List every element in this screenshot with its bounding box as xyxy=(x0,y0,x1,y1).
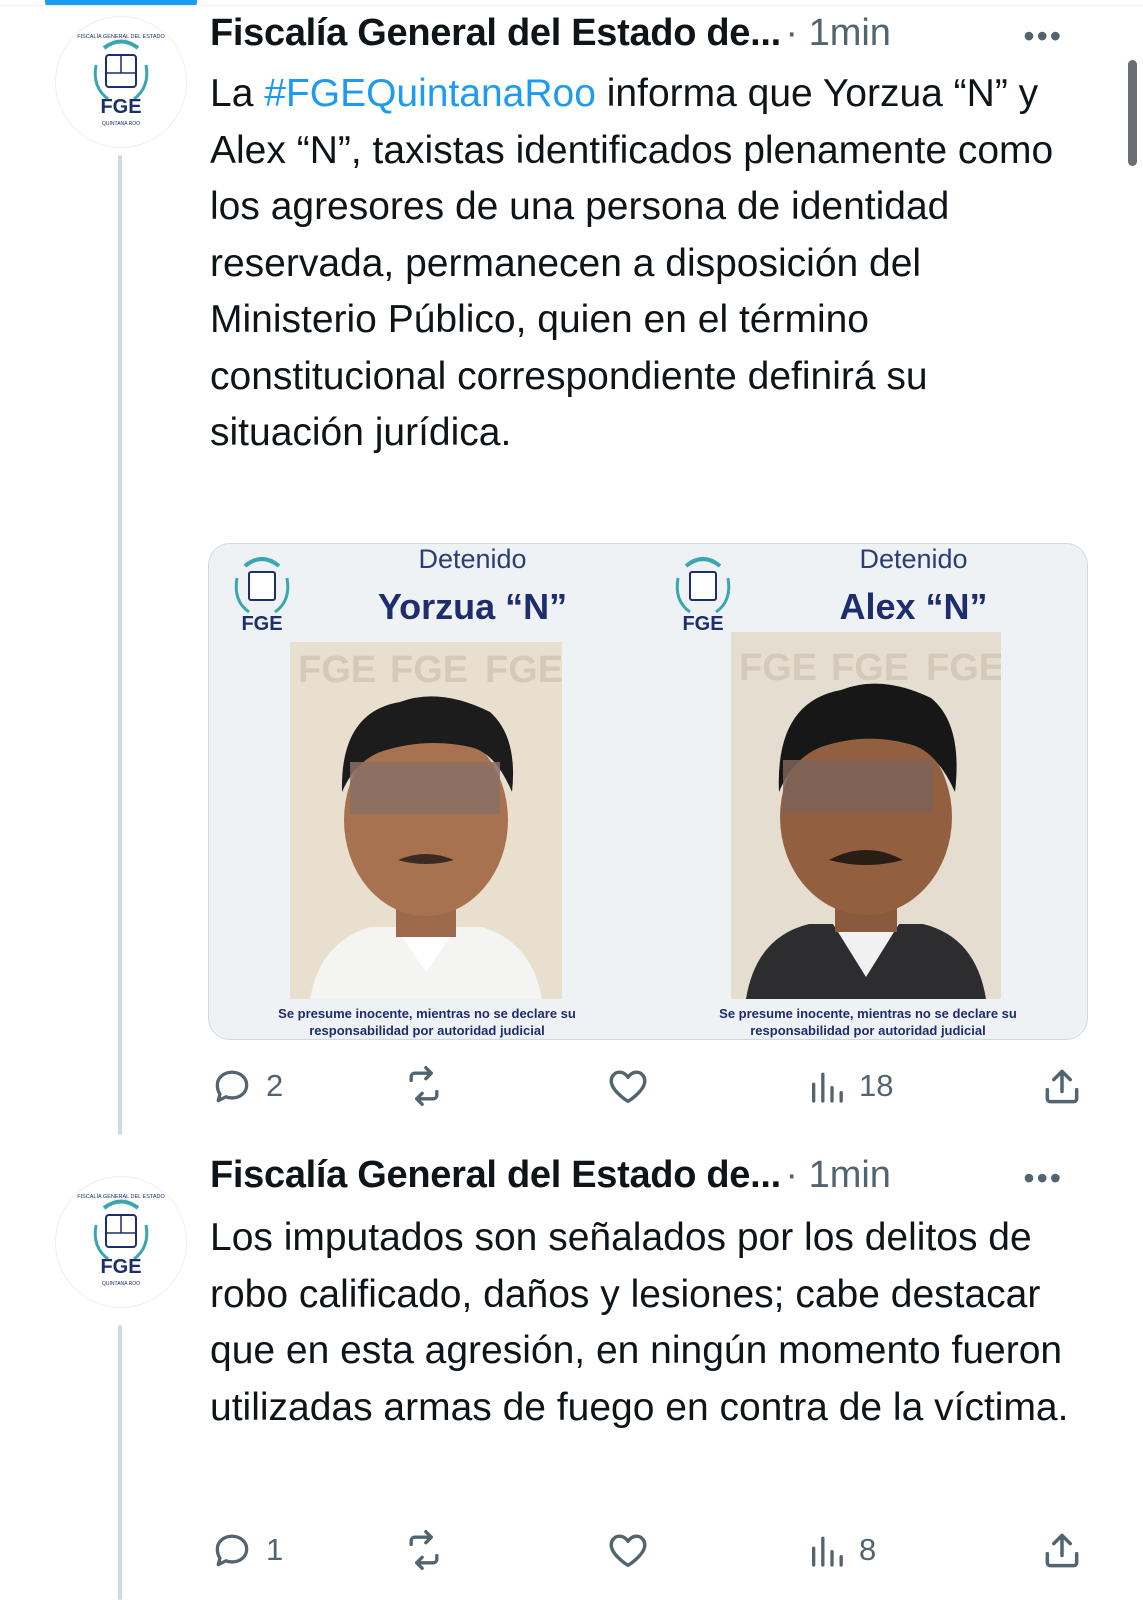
avatar-logo-top-text: FISCALÍA GENERAL DEL ESTADO xyxy=(77,1193,165,1200)
avatar[interactable]: FISCALÍA GENERAL DEL ESTADO FGE QUINTANA… xyxy=(55,16,187,148)
reply-count: 2 xyxy=(266,1068,284,1103)
watermark-text: FGE xyxy=(390,649,468,691)
tweet[interactable]: FISCALÍA GENERAL DEL ESTADO FGE QUINTANA… xyxy=(0,0,1143,1135)
tweet-actions: 2 18 xyxy=(210,1061,1090,1111)
tweet-text: Los imputados son señalados por los deli… xyxy=(210,1216,1069,1429)
thread-connector-line xyxy=(118,1325,122,1600)
avatar-logo-bottom-text: QUINTANA ROO xyxy=(102,121,140,127)
tweet-media[interactable]: FGE Detenido Yorzua “N” FGE FGE FGE Se p… xyxy=(208,543,1088,1040)
tweet-text: La #FGEQuintanaRoo informa que Yorzua “N… xyxy=(210,66,1080,462)
watermark-text: FGE xyxy=(485,649,562,691)
more-options-icon[interactable]: ••• xyxy=(1023,1160,1063,1197)
reply-button[interactable]: 2 xyxy=(210,1061,283,1111)
presumption-notice: Se presume inocente, mientras no se decl… xyxy=(719,1006,1017,1038)
retweet-button[interactable] xyxy=(402,1061,446,1111)
timestamp[interactable]: 1min xyxy=(809,1154,891,1196)
views-chart-icon xyxy=(812,1072,843,1103)
timestamp[interactable]: 1min xyxy=(809,12,891,54)
detainee-photo: FGE FGE FGE xyxy=(731,632,1001,999)
tweet-text-body: informa que Yorzua “N” y Alex “N”, taxis… xyxy=(210,72,1054,454)
presumption-notice: Se presume inocente, mientras no se decl… xyxy=(278,1006,576,1038)
tweet-actions: 1 8 xyxy=(210,1525,1090,1575)
views-button[interactable]: 8 xyxy=(807,1525,876,1575)
views-chart-icon xyxy=(812,1536,843,1567)
detainee-status: Detenido xyxy=(859,544,968,574)
share-icon xyxy=(1045,1533,1079,1568)
fge-logo-icon: FISCALÍA GENERAL DEL ESTADO FGE QUINTANA… xyxy=(77,33,165,127)
views-button[interactable]: 18 xyxy=(807,1061,893,1111)
detainee-photo: FGE FGE FGE xyxy=(290,642,562,999)
share-icon xyxy=(1045,1069,1079,1104)
retweet-icon xyxy=(409,1530,439,1570)
watermark-text: FGE xyxy=(298,649,376,691)
card-logo-mark: FGE xyxy=(241,613,282,635)
detainee-status: Detenido xyxy=(418,544,527,574)
detainee-name: Alex “N” xyxy=(839,586,988,627)
avatar-logo-mark: FGE xyxy=(100,96,141,118)
detainee-name: Yorzua “N” xyxy=(377,586,568,627)
avatar-logo-bottom-text: QUINTANA ROO xyxy=(102,1281,140,1287)
fge-logo-icon: FISCALÍA GENERAL DEL ESTADO FGE QUINTANA… xyxy=(77,1193,165,1287)
like-button[interactable] xyxy=(605,1525,651,1575)
thread-connector-line xyxy=(118,155,122,1135)
retweet-icon xyxy=(409,1066,439,1106)
views-count: 8 xyxy=(859,1532,877,1567)
watermark-text: FGE xyxy=(739,647,817,689)
retweet-button[interactable] xyxy=(402,1525,446,1575)
reply-count: 1 xyxy=(266,1532,284,1567)
views-count: 18 xyxy=(859,1068,894,1103)
tweet-text-prefix: La xyxy=(210,72,265,115)
like-button[interactable] xyxy=(605,1061,651,1111)
reply-icon xyxy=(215,1534,249,1567)
reply-button[interactable]: 1 xyxy=(210,1525,283,1575)
avatar-logo-mark: FGE xyxy=(100,1256,141,1278)
media-image-right[interactable]: FGE Detenido Alex “N” FGE FGE FGE Se pre… xyxy=(650,544,1087,1039)
heart-icon xyxy=(609,1534,647,1568)
fge-logo-icon: FGE xyxy=(234,557,290,635)
separator: · xyxy=(785,12,798,54)
media-image-left[interactable]: FGE Detenido Yorzua “N” FGE FGE FGE Se p… xyxy=(209,544,646,1039)
card-logo-mark: FGE xyxy=(682,613,723,635)
more-options-icon[interactable]: ••• xyxy=(1023,18,1063,55)
separator: · xyxy=(785,1154,798,1196)
watermark-text: FGE xyxy=(831,647,909,689)
share-button[interactable] xyxy=(1040,1525,1084,1575)
tweet-header: Fiscalía General del Estado de... · 1min xyxy=(210,1154,1063,1204)
face-blur-overlay xyxy=(783,760,933,812)
author-name[interactable]: Fiscalía General del Estado de... xyxy=(210,1154,781,1196)
reply-icon xyxy=(215,1070,249,1103)
hashtag-link[interactable]: #FGEQuintanaRoo xyxy=(264,72,596,115)
author-name[interactable]: Fiscalía General del Estado de... xyxy=(210,12,781,54)
avatar[interactable]: FISCALÍA GENERAL DEL ESTADO FGE QUINTANA… xyxy=(55,1176,187,1308)
heart-icon xyxy=(609,1070,647,1104)
tweet-header: Fiscalía General del Estado de... · 1min xyxy=(210,12,1063,62)
tweet[interactable]: FISCALÍA GENERAL DEL ESTADO FGE QUINTANA… xyxy=(0,1140,1143,1600)
watermark-text: FGE xyxy=(926,647,1001,689)
face-blur-overlay xyxy=(350,762,500,814)
fge-logo-icon: FGE xyxy=(675,557,731,635)
avatar-logo-top-text: FISCALÍA GENERAL DEL ESTADO xyxy=(77,33,165,40)
share-button[interactable] xyxy=(1040,1061,1084,1111)
